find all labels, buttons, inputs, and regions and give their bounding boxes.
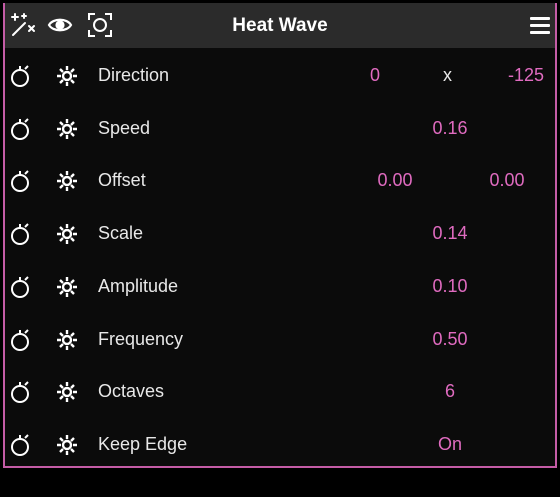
keep-edge-value[interactable]: On (415, 434, 485, 455)
param-row-scale: Scale 0.14 (5, 208, 555, 260)
stopwatch-icon[interactable] (9, 328, 33, 352)
stopwatch-icon[interactable] (9, 169, 33, 193)
direction-x-value[interactable]: 0 (360, 65, 390, 86)
direction-y-value[interactable]: -125 (501, 65, 551, 86)
gear-icon[interactable] (55, 275, 79, 299)
param-row-offset: Offset 0.00 0.00 (5, 155, 555, 207)
param-label: Frequency (98, 329, 184, 349)
param-row-octaves: Octaves 6 (5, 366, 555, 418)
param-row-amplitude: Amplitude 0.10 (5, 261, 555, 313)
param-label: Keep Edge (98, 434, 188, 454)
stopwatch-icon[interactable] (9, 380, 33, 404)
stopwatch-icon[interactable] (9, 275, 33, 299)
panel-header: Heat Wave (5, 3, 555, 48)
gear-icon[interactable] (55, 64, 79, 88)
gear-icon[interactable] (55, 117, 79, 141)
offset-x-value[interactable]: 0.00 (365, 170, 425, 191)
speed-value[interactable]: 0.16 (415, 118, 485, 139)
octaves-value[interactable]: 6 (415, 381, 485, 402)
param-row-frequency: Frequency 0.50 (5, 314, 555, 366)
menu-icon[interactable] (527, 12, 553, 38)
frequency-value[interactable]: 0.50 (415, 329, 485, 350)
stopwatch-icon[interactable] (9, 222, 33, 246)
param-label: Offset (98, 170, 146, 190)
panel-title: Heat Wave (232, 15, 328, 36)
param-label: Speed (98, 118, 151, 138)
param-label: Octaves (98, 381, 165, 401)
stopwatch-icon[interactable] (9, 64, 33, 88)
param-row-speed: Speed 0.16 (5, 103, 555, 155)
stopwatch-icon[interactable] (9, 117, 33, 141)
param-row-keep-edge: Keep Edge On (5, 419, 555, 471)
scale-value[interactable]: 0.14 (415, 223, 485, 244)
gear-icon[interactable] (55, 328, 79, 352)
param-label: Direction (98, 65, 170, 85)
effect-panel: Heat Wave Direction 0 x -125 Speed 0.16 … (3, 3, 557, 468)
direction-separator: x (443, 65, 452, 85)
gear-icon[interactable] (55, 380, 79, 404)
gear-icon[interactable] (55, 222, 79, 246)
amplitude-value[interactable]: 0.10 (415, 276, 485, 297)
stopwatch-icon[interactable] (9, 433, 33, 457)
gear-icon[interactable] (55, 433, 79, 457)
gear-icon[interactable] (55, 169, 79, 193)
param-label: Scale (98, 223, 144, 243)
offset-y-value[interactable]: 0.00 (477, 170, 537, 191)
param-row-direction: Direction 0 x -125 (5, 50, 555, 102)
param-label: Amplitude (98, 276, 179, 296)
